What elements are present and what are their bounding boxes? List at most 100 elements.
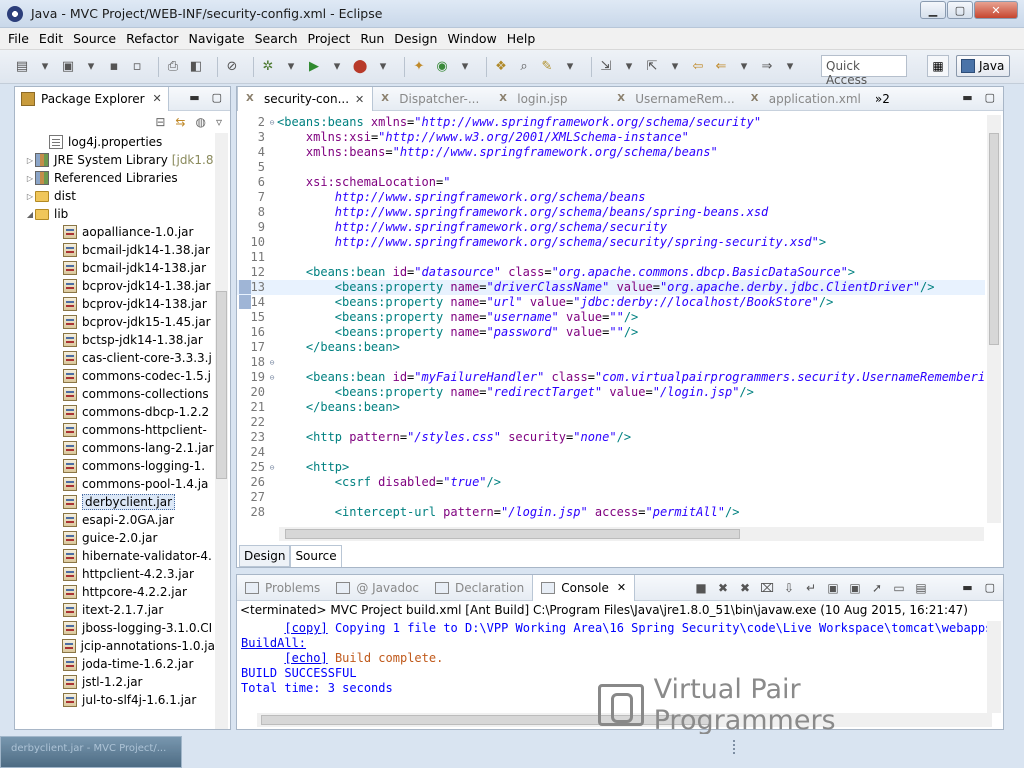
minimize-button[interactable]: ▁	[920, 1, 946, 19]
tree-item[interactable]: commons-dbcp-1.2.2	[15, 403, 215, 421]
tree-item[interactable]: joda-time-1.6.2.jar	[15, 655, 215, 673]
remove-all-terminated-icon[interactable]: ✖	[737, 580, 753, 596]
external-tools-icon[interactable]: ⬤	[352, 59, 368, 75]
show-on-output-icon[interactable]: ▣	[825, 580, 841, 596]
editor-tab[interactable]: Xlogin.jsp	[491, 87, 609, 111]
tree-item[interactable]: bcprov-jdk14-138.jar	[15, 295, 215, 313]
close-icon[interactable]: ✕	[153, 92, 162, 105]
new-java-package-icon[interactable]: ✦	[411, 59, 427, 75]
scroll-lock-icon[interactable]: ⇩	[781, 580, 797, 596]
close-icon[interactable]: ✕	[355, 93, 364, 106]
open-type-icon[interactable]: ❖	[493, 59, 509, 75]
tree-item[interactable]: commons-httpclient-	[15, 421, 215, 439]
copy-tag[interactable]: [copy]	[284, 621, 327, 635]
maximize-button[interactable]: ▢	[947, 1, 973, 19]
tree-item[interactable]: httpclient-4.2.3.jar	[15, 565, 215, 583]
close-window-button[interactable]: ✕	[974, 1, 1018, 19]
expand-arrow-icon[interactable]: ▷	[25, 174, 35, 183]
tab-console[interactable]: Console ✕	[532, 574, 636, 601]
editor-tab[interactable]: X UsernameRem...	[609, 87, 743, 111]
tree-item[interactable]: jstl-1.2.jar	[15, 673, 215, 691]
tree-item[interactable]: commons-codec-1.5.j	[15, 367, 215, 385]
tree-item[interactable]: esapi-2.0GA.jar	[15, 511, 215, 529]
tree-item[interactable]: httpcore-4.2.2.jar	[15, 583, 215, 601]
new-class-icon[interactable]: ◉	[434, 59, 450, 75]
tree-item[interactable]: commons-collections	[15, 385, 215, 403]
fold-toggle-icon[interactable]: ⊖	[267, 460, 277, 475]
dropdown-icon[interactable]: ▾	[375, 59, 391, 75]
clear-console-icon[interactable]: ⌧	[759, 580, 775, 596]
menu-source[interactable]: Source	[73, 31, 116, 46]
tab-design[interactable]: Design	[239, 545, 291, 567]
dropdown-icon[interactable]: ▾	[736, 59, 752, 75]
quick-access-input[interactable]: Quick Access	[821, 55, 907, 87]
tree-item[interactable]: ▷ dist	[15, 187, 215, 205]
minimize-view-icon[interactable]: ▬	[189, 91, 199, 104]
menu-design[interactable]: Design	[394, 31, 437, 46]
dropdown-icon[interactable]: ▾	[562, 59, 578, 75]
display-console-icon[interactable]: ▭	[891, 580, 907, 596]
dropdown-icon[interactable]: ▾	[667, 59, 683, 75]
scrollbar-thumb[interactable]	[285, 529, 740, 539]
menu-navigate[interactable]: Navigate	[189, 31, 245, 46]
menu-window[interactable]: Window	[447, 31, 496, 46]
taskbar-thumbnail[interactable]: derbyclient.jar - MVC Project/...	[0, 736, 182, 768]
fold-toggle-icon[interactable]: ⊖	[267, 355, 277, 370]
dropdown-icon[interactable]: ▾	[782, 59, 798, 75]
editor-tab[interactable]: X Dispatcher-...	[373, 87, 491, 111]
expand-arrow-icon[interactable]: ▷	[25, 192, 35, 201]
tree-item[interactable]: ▷ Referenced Libraries	[15, 169, 215, 187]
tree-item[interactable]: bcprov-jdk14-1.38.jar	[15, 277, 215, 295]
open-task-list-icon[interactable]: ✎	[539, 59, 555, 75]
tree-item[interactable]: guice-2.0.jar	[15, 529, 215, 547]
dropdown-icon[interactable]: ▾	[457, 59, 473, 75]
link-with-editor-icon[interactable]: ⇆	[175, 115, 185, 129]
minimize-view-icon[interactable]: ▬	[962, 581, 972, 594]
tree-item[interactable]: commons-pool-1.4.ja	[15, 475, 215, 493]
skip-breakpoints-icon[interactable]: ⊘	[224, 59, 240, 75]
terminate-icon[interactable]: ■	[693, 580, 709, 596]
tab-overflow-button[interactable]: »2	[875, 87, 890, 110]
close-icon[interactable]: ✕	[617, 581, 626, 594]
tree-item[interactable]: aopalliance-1.0.jar	[15, 223, 215, 241]
tree-item[interactable]: bctsp-jdk14-1.38.jar	[15, 331, 215, 349]
fold-toggle-icon[interactable]: ⊖	[267, 370, 277, 385]
tree-item[interactable]: jul-to-slf4j-1.6.1.jar	[15, 691, 215, 709]
tree-item[interactable]: cas-client-core-3.3.3.j	[15, 349, 215, 367]
new-project-icon[interactable]: ▣	[60, 59, 76, 75]
print-icon[interactable]: ⎙	[165, 59, 181, 75]
tree-item[interactable]: derbyclient.jar	[15, 493, 215, 511]
tree-item[interactable]: ◢ lib	[15, 205, 215, 223]
maximize-view-icon[interactable]: ▢	[985, 91, 995, 104]
console-vertical-scrollbar[interactable]	[987, 621, 1001, 713]
new-icon[interactable]: ▤	[14, 59, 30, 75]
menu-file[interactable]: File	[8, 31, 29, 46]
menu-run[interactable]: Run	[360, 31, 384, 46]
collapse-all-icon[interactable]: ⊟	[155, 115, 165, 129]
tree-item[interactable]: commons-lang-2.1.jar	[15, 439, 215, 457]
scrollbar-thumb[interactable]	[989, 133, 999, 345]
tab-javadoc[interactable]: @ Javadoc	[328, 575, 427, 601]
expand-arrow-icon[interactable]: ▷	[25, 156, 35, 165]
dropdown-icon[interactable]: ▾	[83, 59, 99, 75]
last-edit-location-icon[interactable]: ⇦	[690, 59, 706, 75]
tab-problems[interactable]: Problems	[237, 575, 328, 601]
tab-declaration[interactable]: Declaration	[427, 575, 532, 601]
save-all-icon[interactable]: ▫	[129, 59, 145, 75]
open-console-icon[interactable]: ▤	[913, 580, 929, 596]
tree-item[interactable]: log4j.properties	[15, 133, 215, 151]
tree-item[interactable]: jboss-logging-3.1.0.CI	[15, 619, 215, 637]
tree-item[interactable]: ▷ JRE System Library [jdk1.8	[15, 151, 215, 169]
focus-icon[interactable]: ◍	[195, 115, 205, 129]
save-icon[interactable]: ▪	[106, 59, 122, 75]
editor-vertical-scrollbar[interactable]	[987, 115, 1001, 523]
dropdown-icon[interactable]: ▾	[37, 59, 53, 75]
view-menu-icon[interactable]: ▿	[216, 115, 222, 129]
expand-arrow-icon[interactable]: ◢	[25, 210, 35, 219]
fold-toggle-icon[interactable]: ⊖	[267, 115, 277, 130]
tab-source[interactable]: Source	[290, 545, 342, 567]
code-area[interactable]: 2 ⊖ <beans:beans xmlns="http://www.springf…	[237, 115, 985, 525]
java-perspective-button[interactable]: Java	[956, 55, 1010, 77]
dropdown-icon[interactable]: ▾	[329, 59, 345, 75]
tree-item[interactable]: commons-logging-1.	[15, 457, 215, 475]
